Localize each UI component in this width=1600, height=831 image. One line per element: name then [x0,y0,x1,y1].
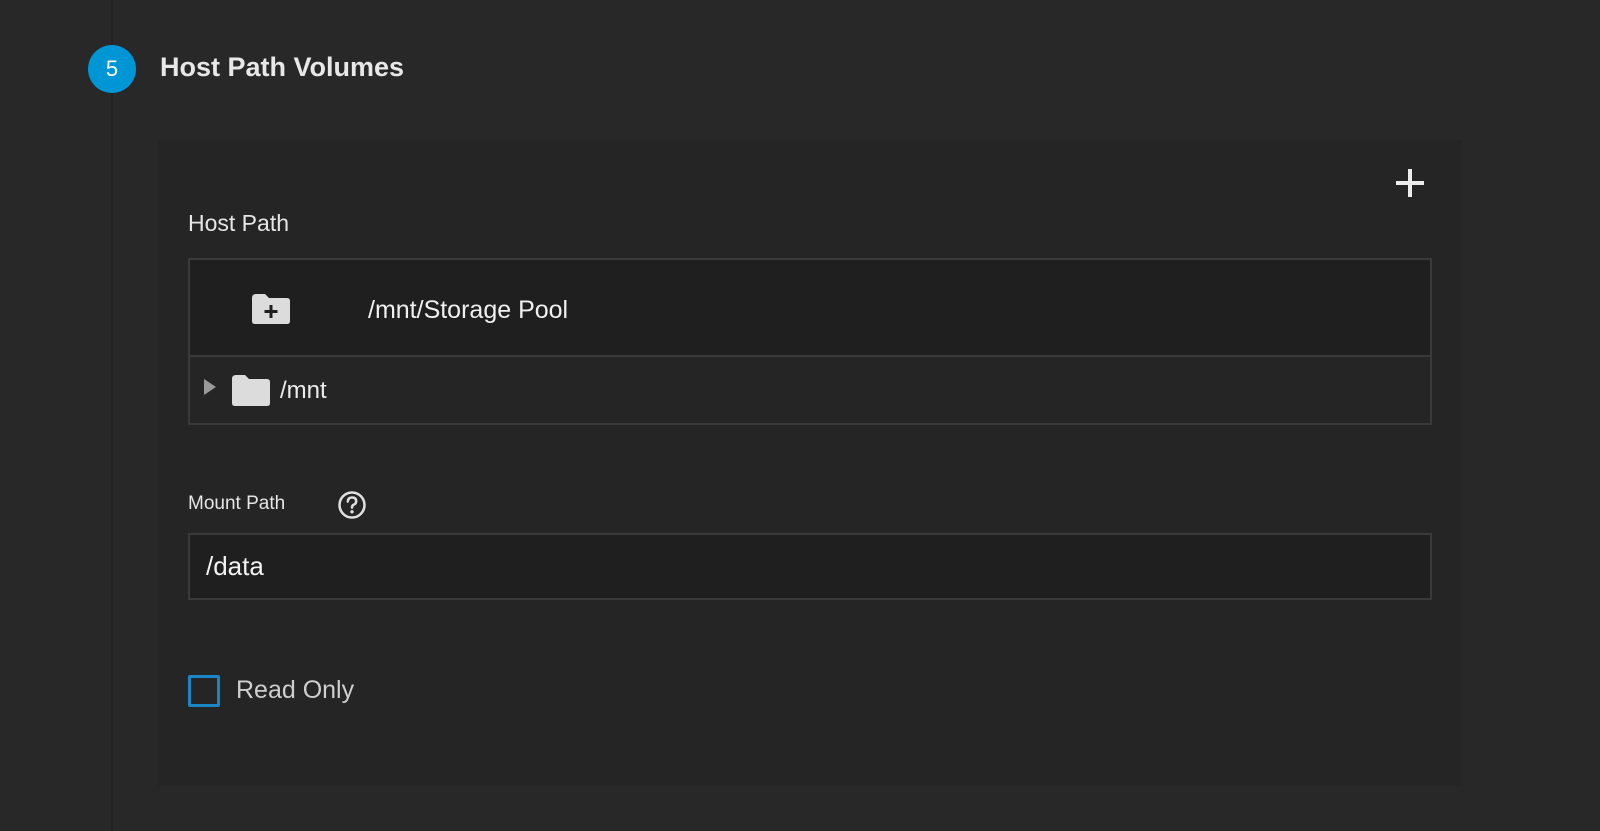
help-circle-icon[interactable] [337,490,367,520]
folder-plus-icon [252,294,290,324]
folder-icon [232,375,270,406]
stepper-line [111,0,113,831]
host-path-label: Host Path [188,210,289,236]
triangle-right-icon[interactable] [202,378,218,396]
host-path-explorer: /mnt/Storage Pool /mnt [188,258,1432,425]
explorer-header: /mnt/Storage Pool [190,260,1430,357]
create-folder-button[interactable] [250,292,292,325]
current-path-text: /mnt/Storage Pool [368,296,569,324]
mount-path-input[interactable] [188,533,1432,600]
tree-node-label: /mnt [280,377,327,404]
step-title: Host Path Volumes [160,52,405,82]
app-page: 5 Host Path Volumes Host Path /mnt/Stora… [0,0,1600,831]
step-number-badge: 5 [88,45,136,93]
read-only-label[interactable]: Read Only [236,676,354,705]
tree-node-mnt[interactable]: /mnt [190,357,1430,423]
add-volume-button[interactable] [1392,165,1428,201]
host-path-volume-card: Host Path /mnt/Storage Pool /mnt Mount P… [158,140,1462,786]
mount-path-label: Mount Path [188,493,286,514]
read-only-checkbox[interactable] [188,675,220,707]
